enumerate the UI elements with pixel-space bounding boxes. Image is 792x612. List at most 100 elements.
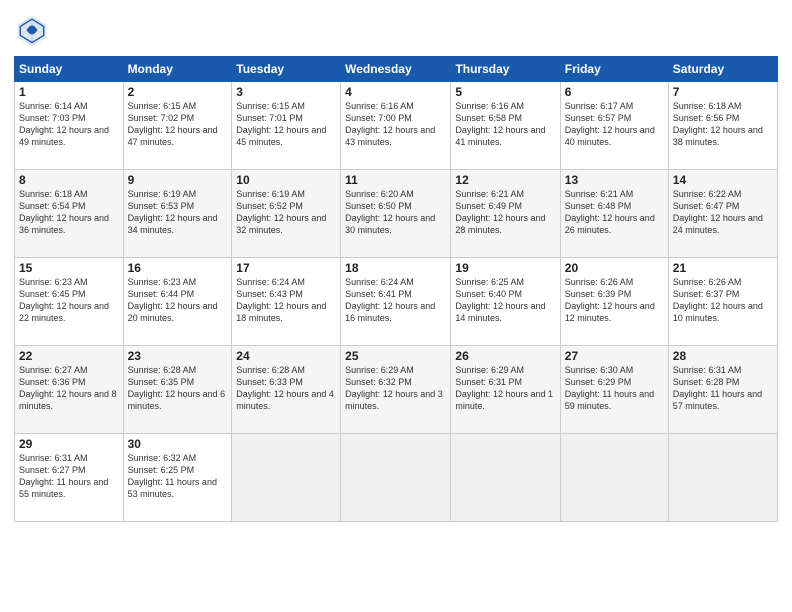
day-number: 5 [455,85,555,99]
day-info: Sunrise: 6:31 AMSunset: 6:27 PMDaylight:… [19,452,119,501]
day-number: 4 [345,85,446,99]
calendar-cell: 10Sunrise: 6:19 AMSunset: 6:52 PMDayligh… [232,170,341,258]
day-info: Sunrise: 6:26 AMSunset: 6:37 PMDaylight:… [673,276,773,325]
day-info: Sunrise: 6:21 AMSunset: 6:48 PMDaylight:… [565,188,664,237]
day-number: 24 [236,349,336,363]
day-info: Sunrise: 6:23 AMSunset: 6:45 PMDaylight:… [19,276,119,325]
calendar-cell: 9Sunrise: 6:19 AMSunset: 6:53 PMDaylight… [123,170,232,258]
calendar-cell: 22Sunrise: 6:27 AMSunset: 6:36 PMDayligh… [15,346,124,434]
calendar-header-thursday: Thursday [451,57,560,82]
day-number: 2 [128,85,228,99]
day-info: Sunrise: 6:29 AMSunset: 6:31 PMDaylight:… [455,364,555,413]
day-number: 12 [455,173,555,187]
day-info: Sunrise: 6:29 AMSunset: 6:32 PMDaylight:… [345,364,446,413]
calendar-cell: 25Sunrise: 6:29 AMSunset: 6:32 PMDayligh… [341,346,451,434]
calendar-week-3: 15Sunrise: 6:23 AMSunset: 6:45 PMDayligh… [15,258,778,346]
logo [14,12,54,48]
day-number: 20 [565,261,664,275]
calendar-cell: 28Sunrise: 6:31 AMSunset: 6:28 PMDayligh… [668,346,777,434]
calendar-week-4: 22Sunrise: 6:27 AMSunset: 6:36 PMDayligh… [15,346,778,434]
calendar-header-saturday: Saturday [668,57,777,82]
day-info: Sunrise: 6:15 AMSunset: 7:02 PMDaylight:… [128,100,228,149]
calendar-cell: 24Sunrise: 6:28 AMSunset: 6:33 PMDayligh… [232,346,341,434]
day-number: 14 [673,173,773,187]
calendar-cell: 14Sunrise: 6:22 AMSunset: 6:47 PMDayligh… [668,170,777,258]
calendar-cell [451,434,560,522]
calendar-cell: 11Sunrise: 6:20 AMSunset: 6:50 PMDayligh… [341,170,451,258]
day-number: 25 [345,349,446,363]
page: SundayMondayTuesdayWednesdayThursdayFrid… [0,0,792,612]
day-number: 17 [236,261,336,275]
day-number: 1 [19,85,119,99]
day-info: Sunrise: 6:26 AMSunset: 6:39 PMDaylight:… [565,276,664,325]
calendar-cell: 13Sunrise: 6:21 AMSunset: 6:48 PMDayligh… [560,170,668,258]
day-info: Sunrise: 6:20 AMSunset: 6:50 PMDaylight:… [345,188,446,237]
day-info: Sunrise: 6:17 AMSunset: 6:57 PMDaylight:… [565,100,664,149]
calendar-cell: 5Sunrise: 6:16 AMSunset: 6:58 PMDaylight… [451,82,560,170]
calendar-cell: 1Sunrise: 6:14 AMSunset: 7:03 PMDaylight… [15,82,124,170]
calendar-header-sunday: Sunday [15,57,124,82]
day-info: Sunrise: 6:18 AMSunset: 6:56 PMDaylight:… [673,100,773,149]
calendar-cell: 3Sunrise: 6:15 AMSunset: 7:01 PMDaylight… [232,82,341,170]
day-info: Sunrise: 6:28 AMSunset: 6:33 PMDaylight:… [236,364,336,413]
calendar-cell: 4Sunrise: 6:16 AMSunset: 7:00 PMDaylight… [341,82,451,170]
calendar-header-monday: Monday [123,57,232,82]
day-number: 23 [128,349,228,363]
day-number: 18 [345,261,446,275]
day-number: 11 [345,173,446,187]
calendar-cell [232,434,341,522]
day-number: 28 [673,349,773,363]
calendar-cell: 26Sunrise: 6:29 AMSunset: 6:31 PMDayligh… [451,346,560,434]
day-number: 21 [673,261,773,275]
day-info: Sunrise: 6:28 AMSunset: 6:35 PMDaylight:… [128,364,228,413]
calendar-cell [560,434,668,522]
day-info: Sunrise: 6:31 AMSunset: 6:28 PMDaylight:… [673,364,773,413]
day-info: Sunrise: 6:16 AMSunset: 6:58 PMDaylight:… [455,100,555,149]
logo-icon [14,12,50,48]
day-number: 7 [673,85,773,99]
day-number: 19 [455,261,555,275]
calendar-cell: 29Sunrise: 6:31 AMSunset: 6:27 PMDayligh… [15,434,124,522]
calendar-header-wednesday: Wednesday [341,57,451,82]
day-info: Sunrise: 6:16 AMSunset: 7:00 PMDaylight:… [345,100,446,149]
day-number: 27 [565,349,664,363]
calendar-cell: 16Sunrise: 6:23 AMSunset: 6:44 PMDayligh… [123,258,232,346]
calendar-week-2: 8Sunrise: 6:18 AMSunset: 6:54 PMDaylight… [15,170,778,258]
calendar-header-row: SundayMondayTuesdayWednesdayThursdayFrid… [15,57,778,82]
day-info: Sunrise: 6:24 AMSunset: 6:43 PMDaylight:… [236,276,336,325]
day-number: 13 [565,173,664,187]
day-info: Sunrise: 6:25 AMSunset: 6:40 PMDaylight:… [455,276,555,325]
day-number: 6 [565,85,664,99]
calendar-cell [341,434,451,522]
calendar-body: 1Sunrise: 6:14 AMSunset: 7:03 PMDaylight… [15,82,778,522]
day-number: 3 [236,85,336,99]
calendar-cell: 12Sunrise: 6:21 AMSunset: 6:49 PMDayligh… [451,170,560,258]
calendar-cell [668,434,777,522]
calendar-cell: 27Sunrise: 6:30 AMSunset: 6:29 PMDayligh… [560,346,668,434]
day-number: 29 [19,437,119,451]
day-info: Sunrise: 6:30 AMSunset: 6:29 PMDaylight:… [565,364,664,413]
calendar-cell: 30Sunrise: 6:32 AMSunset: 6:25 PMDayligh… [123,434,232,522]
calendar-cell: 8Sunrise: 6:18 AMSunset: 6:54 PMDaylight… [15,170,124,258]
day-info: Sunrise: 6:14 AMSunset: 7:03 PMDaylight:… [19,100,119,149]
calendar-week-1: 1Sunrise: 6:14 AMSunset: 7:03 PMDaylight… [15,82,778,170]
calendar-week-5: 29Sunrise: 6:31 AMSunset: 6:27 PMDayligh… [15,434,778,522]
day-number: 9 [128,173,228,187]
day-info: Sunrise: 6:19 AMSunset: 6:53 PMDaylight:… [128,188,228,237]
day-number: 10 [236,173,336,187]
day-number: 8 [19,173,119,187]
day-info: Sunrise: 6:22 AMSunset: 6:47 PMDaylight:… [673,188,773,237]
calendar-header-tuesday: Tuesday [232,57,341,82]
header [14,12,778,48]
calendar-header-friday: Friday [560,57,668,82]
day-info: Sunrise: 6:27 AMSunset: 6:36 PMDaylight:… [19,364,119,413]
day-info: Sunrise: 6:18 AMSunset: 6:54 PMDaylight:… [19,188,119,237]
day-number: 15 [19,261,119,275]
calendar: SundayMondayTuesdayWednesdayThursdayFrid… [14,56,778,522]
day-number: 30 [128,437,228,451]
calendar-cell: 6Sunrise: 6:17 AMSunset: 6:57 PMDaylight… [560,82,668,170]
calendar-cell: 21Sunrise: 6:26 AMSunset: 6:37 PMDayligh… [668,258,777,346]
day-info: Sunrise: 6:23 AMSunset: 6:44 PMDaylight:… [128,276,228,325]
day-info: Sunrise: 6:19 AMSunset: 6:52 PMDaylight:… [236,188,336,237]
day-info: Sunrise: 6:21 AMSunset: 6:49 PMDaylight:… [455,188,555,237]
